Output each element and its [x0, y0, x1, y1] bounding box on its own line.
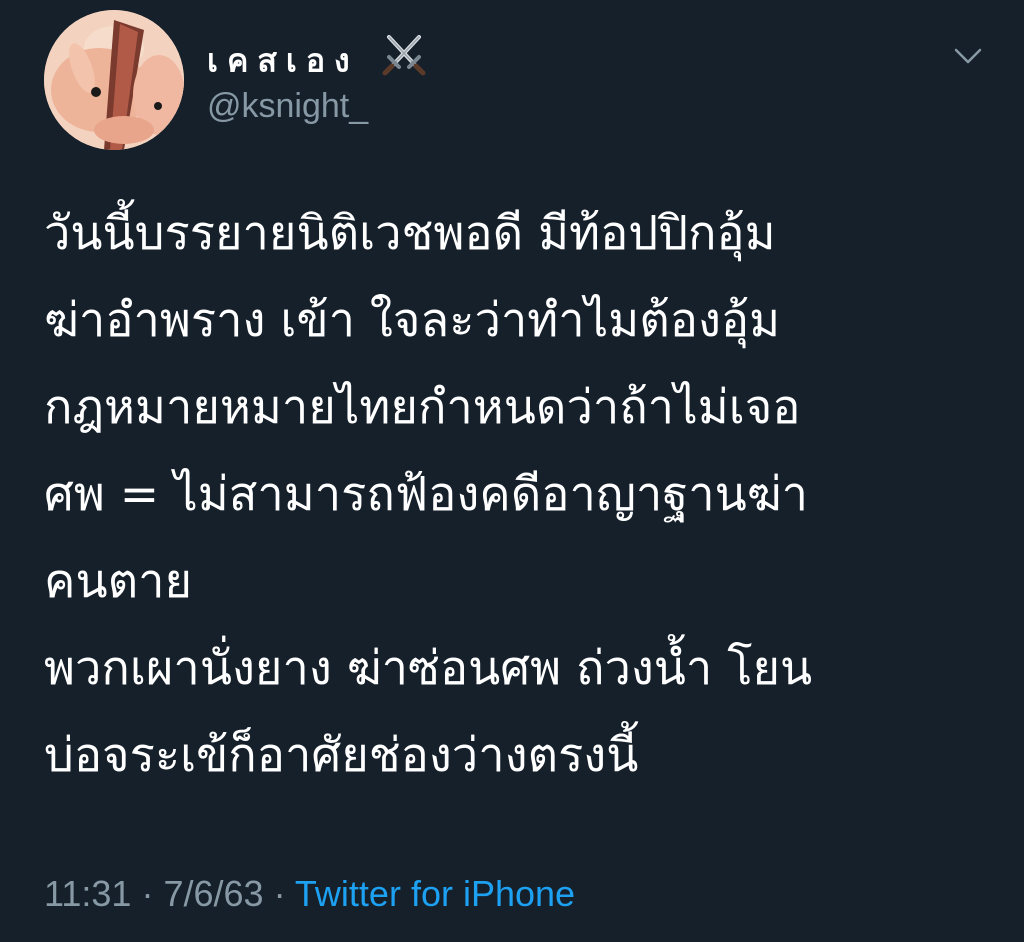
- tweet-line: พวกเผานั่งยาง ฆ่าซ่อนศพ ถ่วงน้ำ โยน: [44, 641, 813, 696]
- user-handle[interactable]: @ksnight_: [207, 84, 368, 128]
- tweet-line: วันนี้บรรยายนิติเวชพอดี มีท้อปปิกอุ้ม: [44, 206, 776, 261]
- tweet-time[interactable]: 11:31: [44, 873, 131, 914]
- tweet: เคสเอง @ksnight_ วันนี้บรรยายนิติเวชพอดี…: [0, 0, 1024, 942]
- chevron-down-icon[interactable]: [950, 38, 986, 74]
- tweet-line: คนตาย: [44, 554, 193, 609]
- meta-separator: ·: [141, 873, 154, 914]
- meta-separator: ·: [273, 873, 286, 914]
- tweet-line: บ่อจระเข้ก็อาศัยช่องว่างตรงนี้: [44, 728, 639, 783]
- tweet-date[interactable]: 7/6/63: [163, 873, 263, 914]
- tweet-line: ฆ่าอำพราง เข้า ใจละว่าทำไมต้องอุ้ม: [44, 293, 781, 348]
- crossed-swords-icon: [381, 31, 427, 88]
- tweet-line: ศพ = ไม่สามารถฟ้องคดีอาญาฐานฆ่า: [44, 467, 809, 522]
- bunny-plush-image: [44, 10, 184, 150]
- tweet-text: วันนี้บรรยายนิติเวชพอดี มีท้อปปิกอุ้ม ฆ่…: [44, 190, 974, 799]
- tweet-line: กฎหมายหมายไทยกำหนดว่าถ้าไม่เจอ: [44, 380, 801, 435]
- display-name[interactable]: เคสเอง: [207, 34, 427, 91]
- avatar[interactable]: [44, 10, 184, 150]
- tweet-meta: 11:31 · 7/6/63 · Twitter for iPhone: [44, 870, 575, 918]
- tweet-source-link[interactable]: Twitter for iPhone: [295, 873, 575, 914]
- display-name-text: เคสเอง: [207, 41, 359, 80]
